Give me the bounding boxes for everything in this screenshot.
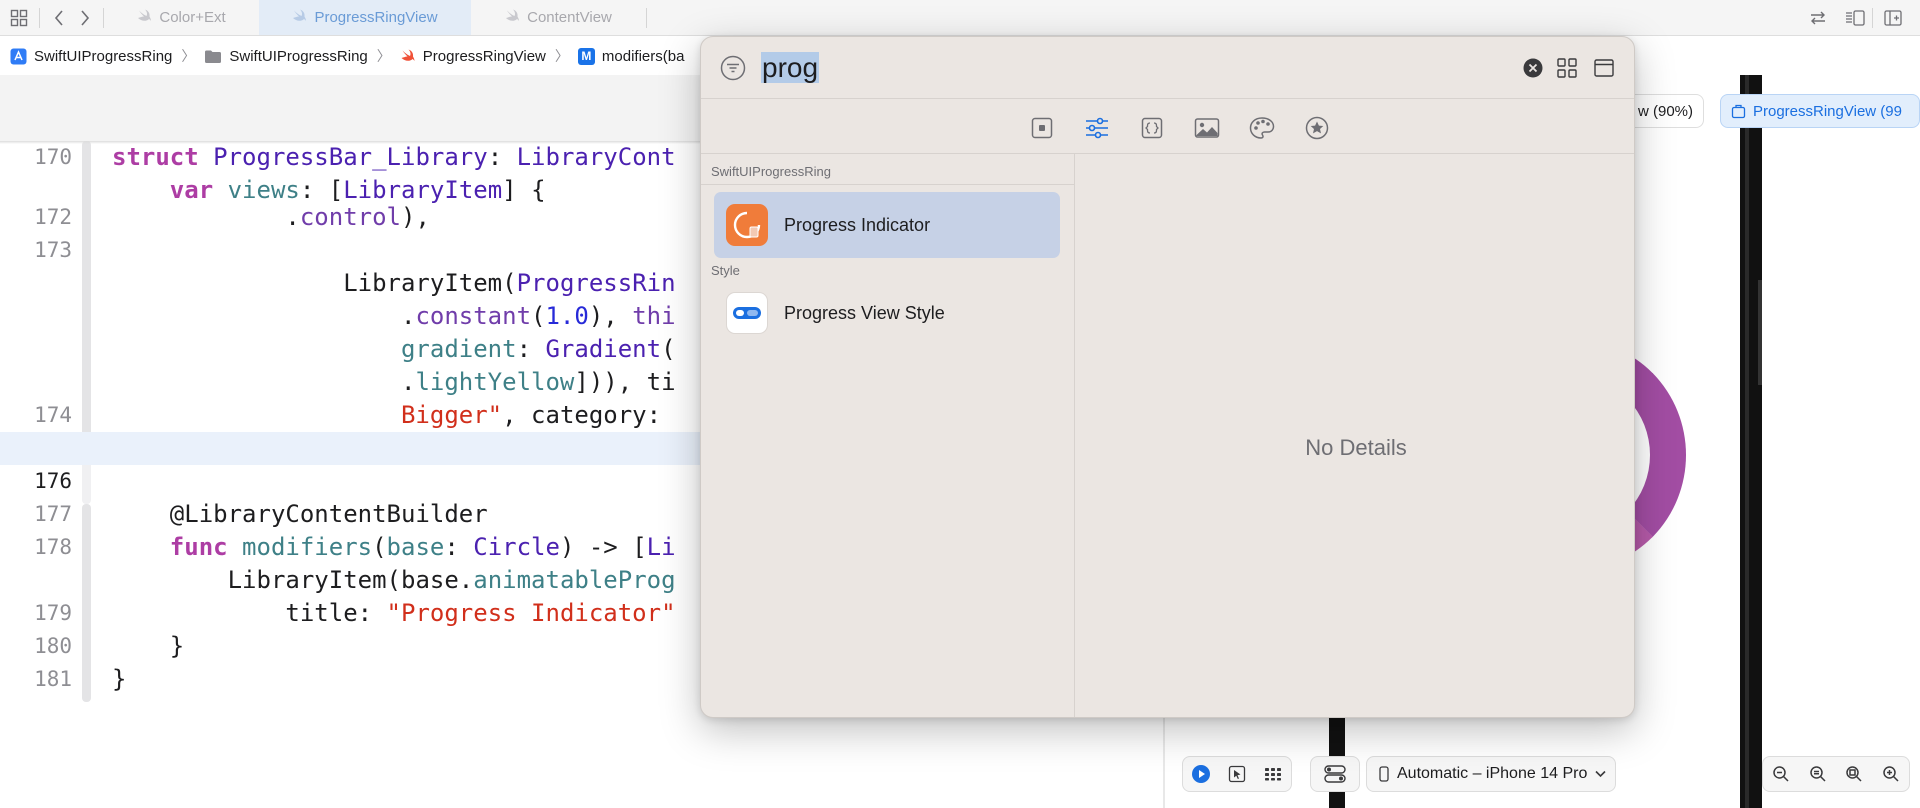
zoom-to-fit-icon[interactable]	[1841, 761, 1867, 787]
modifiers-icon[interactable]	[1084, 115, 1110, 141]
library-popover: prog SwiftUIProgressRing Progress Indica…	[700, 36, 1635, 718]
breadcrumb-file[interactable]: ProgressRingView	[400, 48, 546, 65]
swift-file-icon	[292, 9, 307, 27]
library-search-input[interactable]: prog	[761, 50, 820, 86]
add-editor-icon[interactable]	[1883, 8, 1903, 28]
library-detail-pane: No Details	[1076, 154, 1634, 717]
iphone-icon	[1379, 766, 1389, 782]
tab-label: ContentView	[527, 9, 612, 26]
colors-icon[interactable]	[1249, 115, 1275, 141]
preview-selected-chip[interactable]: ProgressRingView (99	[1720, 94, 1920, 128]
list-item-progress-view-style[interactable]: Progress View Style	[714, 280, 1060, 346]
device-frame-edge	[1740, 75, 1762, 808]
selectable-mode-icon[interactable]	[1224, 761, 1250, 787]
preview-device-selector[interactable]: Automatic – iPhone 14 Pro	[1366, 756, 1616, 792]
grid-view-icon[interactable]	[1556, 57, 1578, 79]
tab-label: Color+Ext	[159, 9, 226, 26]
filter-icon[interactable]	[720, 55, 746, 81]
device-settings-control	[1310, 756, 1360, 792]
progress-ring-icon	[726, 204, 768, 246]
detail-panel-icon[interactable]	[1593, 57, 1615, 79]
tab-color-ext[interactable]: Color+Ext	[104, 0, 259, 35]
zoom-actual-size-icon[interactable]	[1805, 761, 1831, 787]
chevron-down-icon	[1595, 770, 1606, 778]
library-category-tabs	[701, 99, 1634, 154]
device-side-button	[1758, 280, 1762, 385]
library-search-bar: prog	[701, 37, 1634, 99]
live-preview-button[interactable]	[1188, 761, 1214, 787]
variants-grid-icon[interactable]	[1260, 761, 1286, 787]
grid-menu-icon[interactable]	[9, 8, 29, 28]
tab-content-view[interactable]: ContentView	[471, 0, 646, 35]
method-icon: M	[577, 47, 595, 65]
section-heading: Style	[711, 263, 740, 278]
swift-file-icon	[400, 49, 416, 63]
tab-progress-ring-view[interactable]: ProgressRingView	[259, 0, 471, 35]
preview-mode-controls	[1182, 756, 1292, 792]
clear-search-icon[interactable]	[1523, 58, 1543, 78]
toggle-style-icon	[726, 292, 768, 334]
section-heading: SwiftUIProgressRing	[711, 164, 831, 179]
no-details-label: No Details	[1305, 434, 1407, 460]
folder-icon	[204, 49, 222, 64]
editor-options-icon[interactable]	[1845, 8, 1865, 28]
views-icon[interactable]	[1029, 115, 1055, 141]
swift-file-icon	[505, 9, 520, 27]
swap-arrows-icon[interactable]	[1808, 8, 1828, 28]
library-results-list: SwiftUIProgressRing Progress Indicator S…	[701, 154, 1075, 717]
forward-chevron-icon[interactable]	[75, 8, 95, 28]
device-frame-bezel	[1745, 75, 1749, 808]
tab-label: ProgressRingView	[314, 9, 438, 26]
zoom-controls	[1762, 756, 1910, 792]
list-item-progress-indicator[interactable]: Progress Indicator	[714, 192, 1060, 258]
back-chevron-icon[interactable]	[49, 8, 69, 28]
editor-tab-bar: Color+Ext ProgressRingView ContentView	[0, 0, 1920, 36]
xcode-project-icon	[10, 48, 27, 65]
preview-frame-icon	[1731, 104, 1746, 119]
zoom-in-icon[interactable]	[1878, 761, 1904, 787]
media-icon[interactable]	[1194, 115, 1220, 141]
snippets-icon[interactable]	[1139, 115, 1165, 141]
symbols-icon[interactable]	[1304, 115, 1330, 141]
breadcrumb-project[interactable]: SwiftUIProgressRing	[10, 48, 172, 65]
breadcrumb-method[interactable]: M modifiers(ba	[577, 47, 684, 65]
device-settings-icon[interactable]	[1322, 761, 1348, 787]
breadcrumb-folder[interactable]: SwiftUIProgressRing	[204, 48, 368, 65]
zoom-out-icon[interactable]	[1768, 761, 1794, 787]
swift-file-icon	[137, 9, 152, 27]
